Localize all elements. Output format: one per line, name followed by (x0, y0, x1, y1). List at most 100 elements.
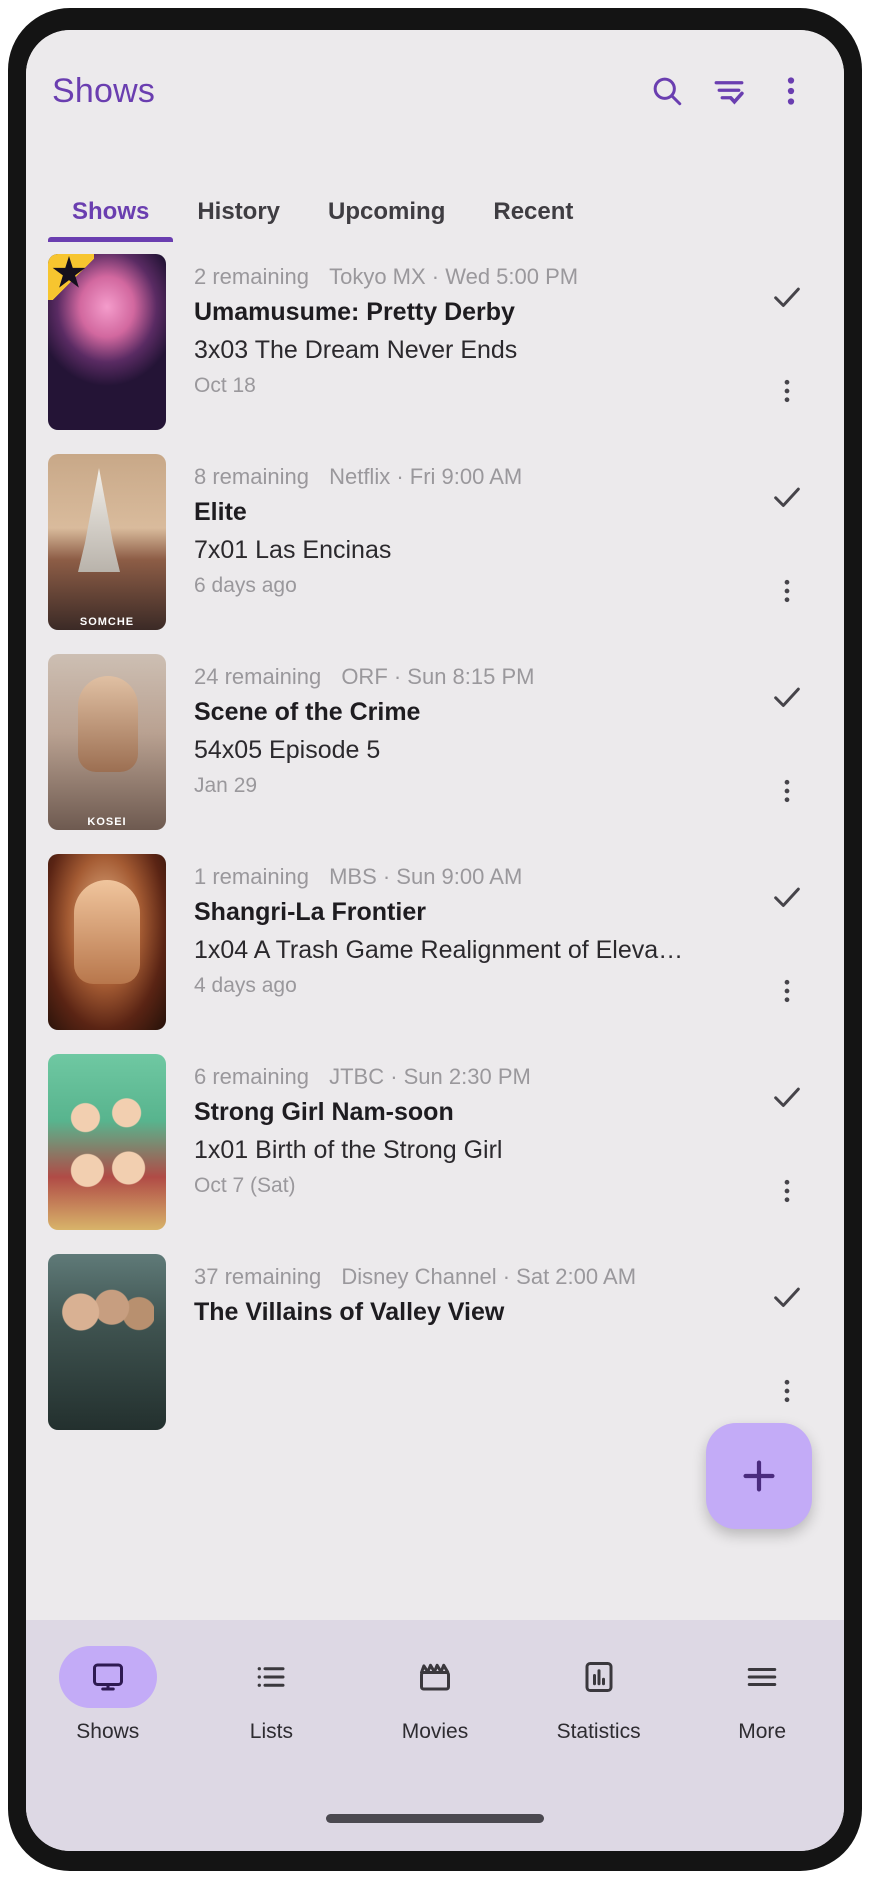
show-row-body: 1 remaining MBS · Sun 9:00 AM Shangri-La… (166, 854, 752, 1030)
poster-badge: KOSEI (87, 816, 127, 828)
more-vertical-icon[interactable] (759, 366, 815, 416)
show-row[interactable]: SOMCHE 8 remaining Netflix · Fri 9:00 AM… (26, 442, 844, 642)
remaining-count: 37 remaining (194, 1264, 322, 1289)
episode-date: 6 days ago (194, 574, 297, 597)
show-meta: 2 remaining Tokyo MX · Wed 5:00 PM (194, 264, 752, 290)
nav-pill-shows (58, 1646, 157, 1708)
episode-title: 54x05 Episode 5 (194, 736, 381, 764)
check-icon[interactable] (759, 472, 815, 522)
filter-check-icon[interactable] (698, 60, 760, 122)
nav-pill-lists (222, 1646, 320, 1708)
check-icon[interactable] (759, 872, 815, 922)
show-meta: 24 remaining ORF · Sun 8:15 PM (194, 664, 752, 690)
nav-item-lists[interactable]: Lists (190, 1646, 354, 1744)
more-vertical-icon[interactable] (759, 1366, 815, 1416)
show-title: Elite (194, 498, 247, 526)
tab-bar: Shows History Upcoming Recent (26, 152, 844, 242)
nav-item-more[interactable]: More (680, 1646, 844, 1744)
nav-pill-more (713, 1646, 811, 1708)
show-row-body: 37 remaining Disney Channel · Sat 2:00 A… (166, 1254, 752, 1430)
nav-label-lists: Lists (249, 1720, 293, 1743)
show-row-body: 6 remaining JTBC · Sun 2:30 PM Strong Gi… (166, 1054, 752, 1230)
nav-pill-movies (386, 1646, 484, 1708)
network-schedule: ORF · Sun 8:15 PM (341, 664, 535, 689)
nav-item-movies[interactable]: Movies (353, 1646, 517, 1744)
bar-chart-icon (585, 1662, 613, 1692)
show-list[interactable]: 2 remaining Tokyo MX · Wed 5:00 PM Umamu… (26, 242, 844, 1620)
remaining-count: 24 remaining (194, 664, 322, 689)
show-row-body: 24 remaining ORF · Sun 8:15 PM Scene of … (166, 654, 752, 830)
nav-label-more: More (738, 1720, 787, 1743)
episode-date: Jan 29 (194, 774, 258, 797)
nav-label-shows: Shows (76, 1720, 140, 1743)
show-poster[interactable]: KOSEI (48, 654, 166, 830)
network-schedule: Netflix · Fri 9:00 AM (329, 464, 523, 489)
add-show-fab[interactable] (706, 1423, 812, 1529)
show-row-actions (752, 254, 822, 430)
show-poster[interactable] (48, 1054, 166, 1230)
nav-pill-statistics (550, 1646, 648, 1708)
show-title: Scene of the Crime (194, 698, 421, 726)
show-poster[interactable] (48, 1254, 166, 1430)
show-meta: 8 remaining Netflix · Fri 9:00 AM (194, 464, 752, 490)
remaining-count: 6 remaining (194, 1064, 309, 1089)
show-row[interactable]: 1 remaining MBS · Sun 9:00 AM Shangri-La… (26, 842, 844, 1042)
clapperboard-icon (419, 1663, 450, 1691)
show-row-body: 2 remaining Tokyo MX · Wed 5:00 PM Umamu… (166, 254, 752, 430)
nav-item-shows[interactable]: Shows (26, 1646, 190, 1744)
plus-icon (743, 1460, 775, 1492)
hamburger-icon (747, 1668, 777, 1686)
tv-icon (92, 1663, 123, 1691)
show-row-actions (752, 854, 822, 1030)
tab-shows[interactable]: Shows (48, 198, 174, 242)
show-title: Shangri-La Frontier (194, 898, 426, 926)
show-row[interactable]: 37 remaining Disney Channel · Sat 2:00 A… (26, 1242, 844, 1442)
show-title: Strong Girl Nam-soon (194, 1098, 454, 1126)
episode-title: 7x01 Las Encinas (194, 536, 392, 564)
home-indicator (326, 1814, 544, 1823)
tab-history[interactable]: History (173, 198, 304, 242)
check-icon[interactable] (759, 1272, 815, 1322)
phone-screen: Shows Shows History Upcoming Recent 2 re… (26, 30, 844, 1851)
show-meta: 37 remaining Disney Channel · Sat 2:00 A… (194, 1264, 752, 1290)
network-schedule: Disney Channel · Sat 2:00 AM (341, 1264, 637, 1289)
nav-label-statistics: Statistics (556, 1720, 641, 1743)
nav-item-statistics[interactable]: Statistics (517, 1646, 681, 1744)
more-vertical-icon[interactable] (760, 60, 822, 122)
more-vertical-icon[interactable] (759, 1166, 815, 1216)
check-icon[interactable] (759, 672, 815, 722)
tab-upcoming[interactable]: Upcoming (304, 198, 469, 242)
app-bar: Shows (26, 30, 844, 152)
list-icon (258, 1667, 285, 1687)
show-row[interactable]: KOSEI 24 remaining ORF · Sun 8:15 PM Sce… (26, 642, 844, 842)
episode-title: 1x04 A Trash Game Realignment of Eleva… (194, 936, 684, 964)
show-row[interactable]: 6 remaining JTBC · Sun 2:30 PM Strong Gi… (26, 1042, 844, 1242)
show-meta: 1 remaining MBS · Sun 9:00 AM (194, 864, 752, 890)
search-icon[interactable] (636, 60, 698, 122)
more-vertical-icon[interactable] (759, 766, 815, 816)
show-row-actions (752, 654, 822, 830)
show-row-actions (752, 1054, 822, 1230)
network-schedule: Tokyo MX · Wed 5:00 PM (329, 264, 579, 289)
nav-label-movies: Movies (401, 1720, 469, 1743)
more-vertical-icon[interactable] (759, 966, 815, 1016)
more-vertical-icon[interactable] (759, 566, 815, 616)
show-row[interactable]: 2 remaining Tokyo MX · Wed 5:00 PM Umamu… (26, 242, 844, 442)
remaining-count: 1 remaining (194, 864, 309, 889)
episode-date: Oct 18 (194, 374, 256, 397)
page-title: Shows (52, 71, 156, 110)
check-icon[interactable] (759, 272, 815, 322)
remaining-count: 8 remaining (194, 464, 309, 489)
episode-date: Oct 7 (Sat) (194, 1174, 296, 1197)
poster-badge: SOMCHE (79, 616, 135, 628)
show-row-body: 8 remaining Netflix · Fri 9:00 AM Elite … (166, 454, 752, 630)
check-icon[interactable] (759, 1072, 815, 1122)
episode-date: 4 days ago (194, 974, 297, 997)
show-meta: 6 remaining JTBC · Sun 2:30 PM (194, 1064, 752, 1090)
show-poster[interactable]: SOMCHE (48, 454, 166, 630)
network-schedule: MBS · Sun 9:00 AM (329, 864, 523, 889)
network-schedule: JTBC · Sun 2:30 PM (329, 1064, 531, 1089)
tab-recent[interactable]: Recent (469, 198, 597, 242)
show-poster[interactable] (48, 254, 166, 430)
show-poster[interactable] (48, 854, 166, 1030)
